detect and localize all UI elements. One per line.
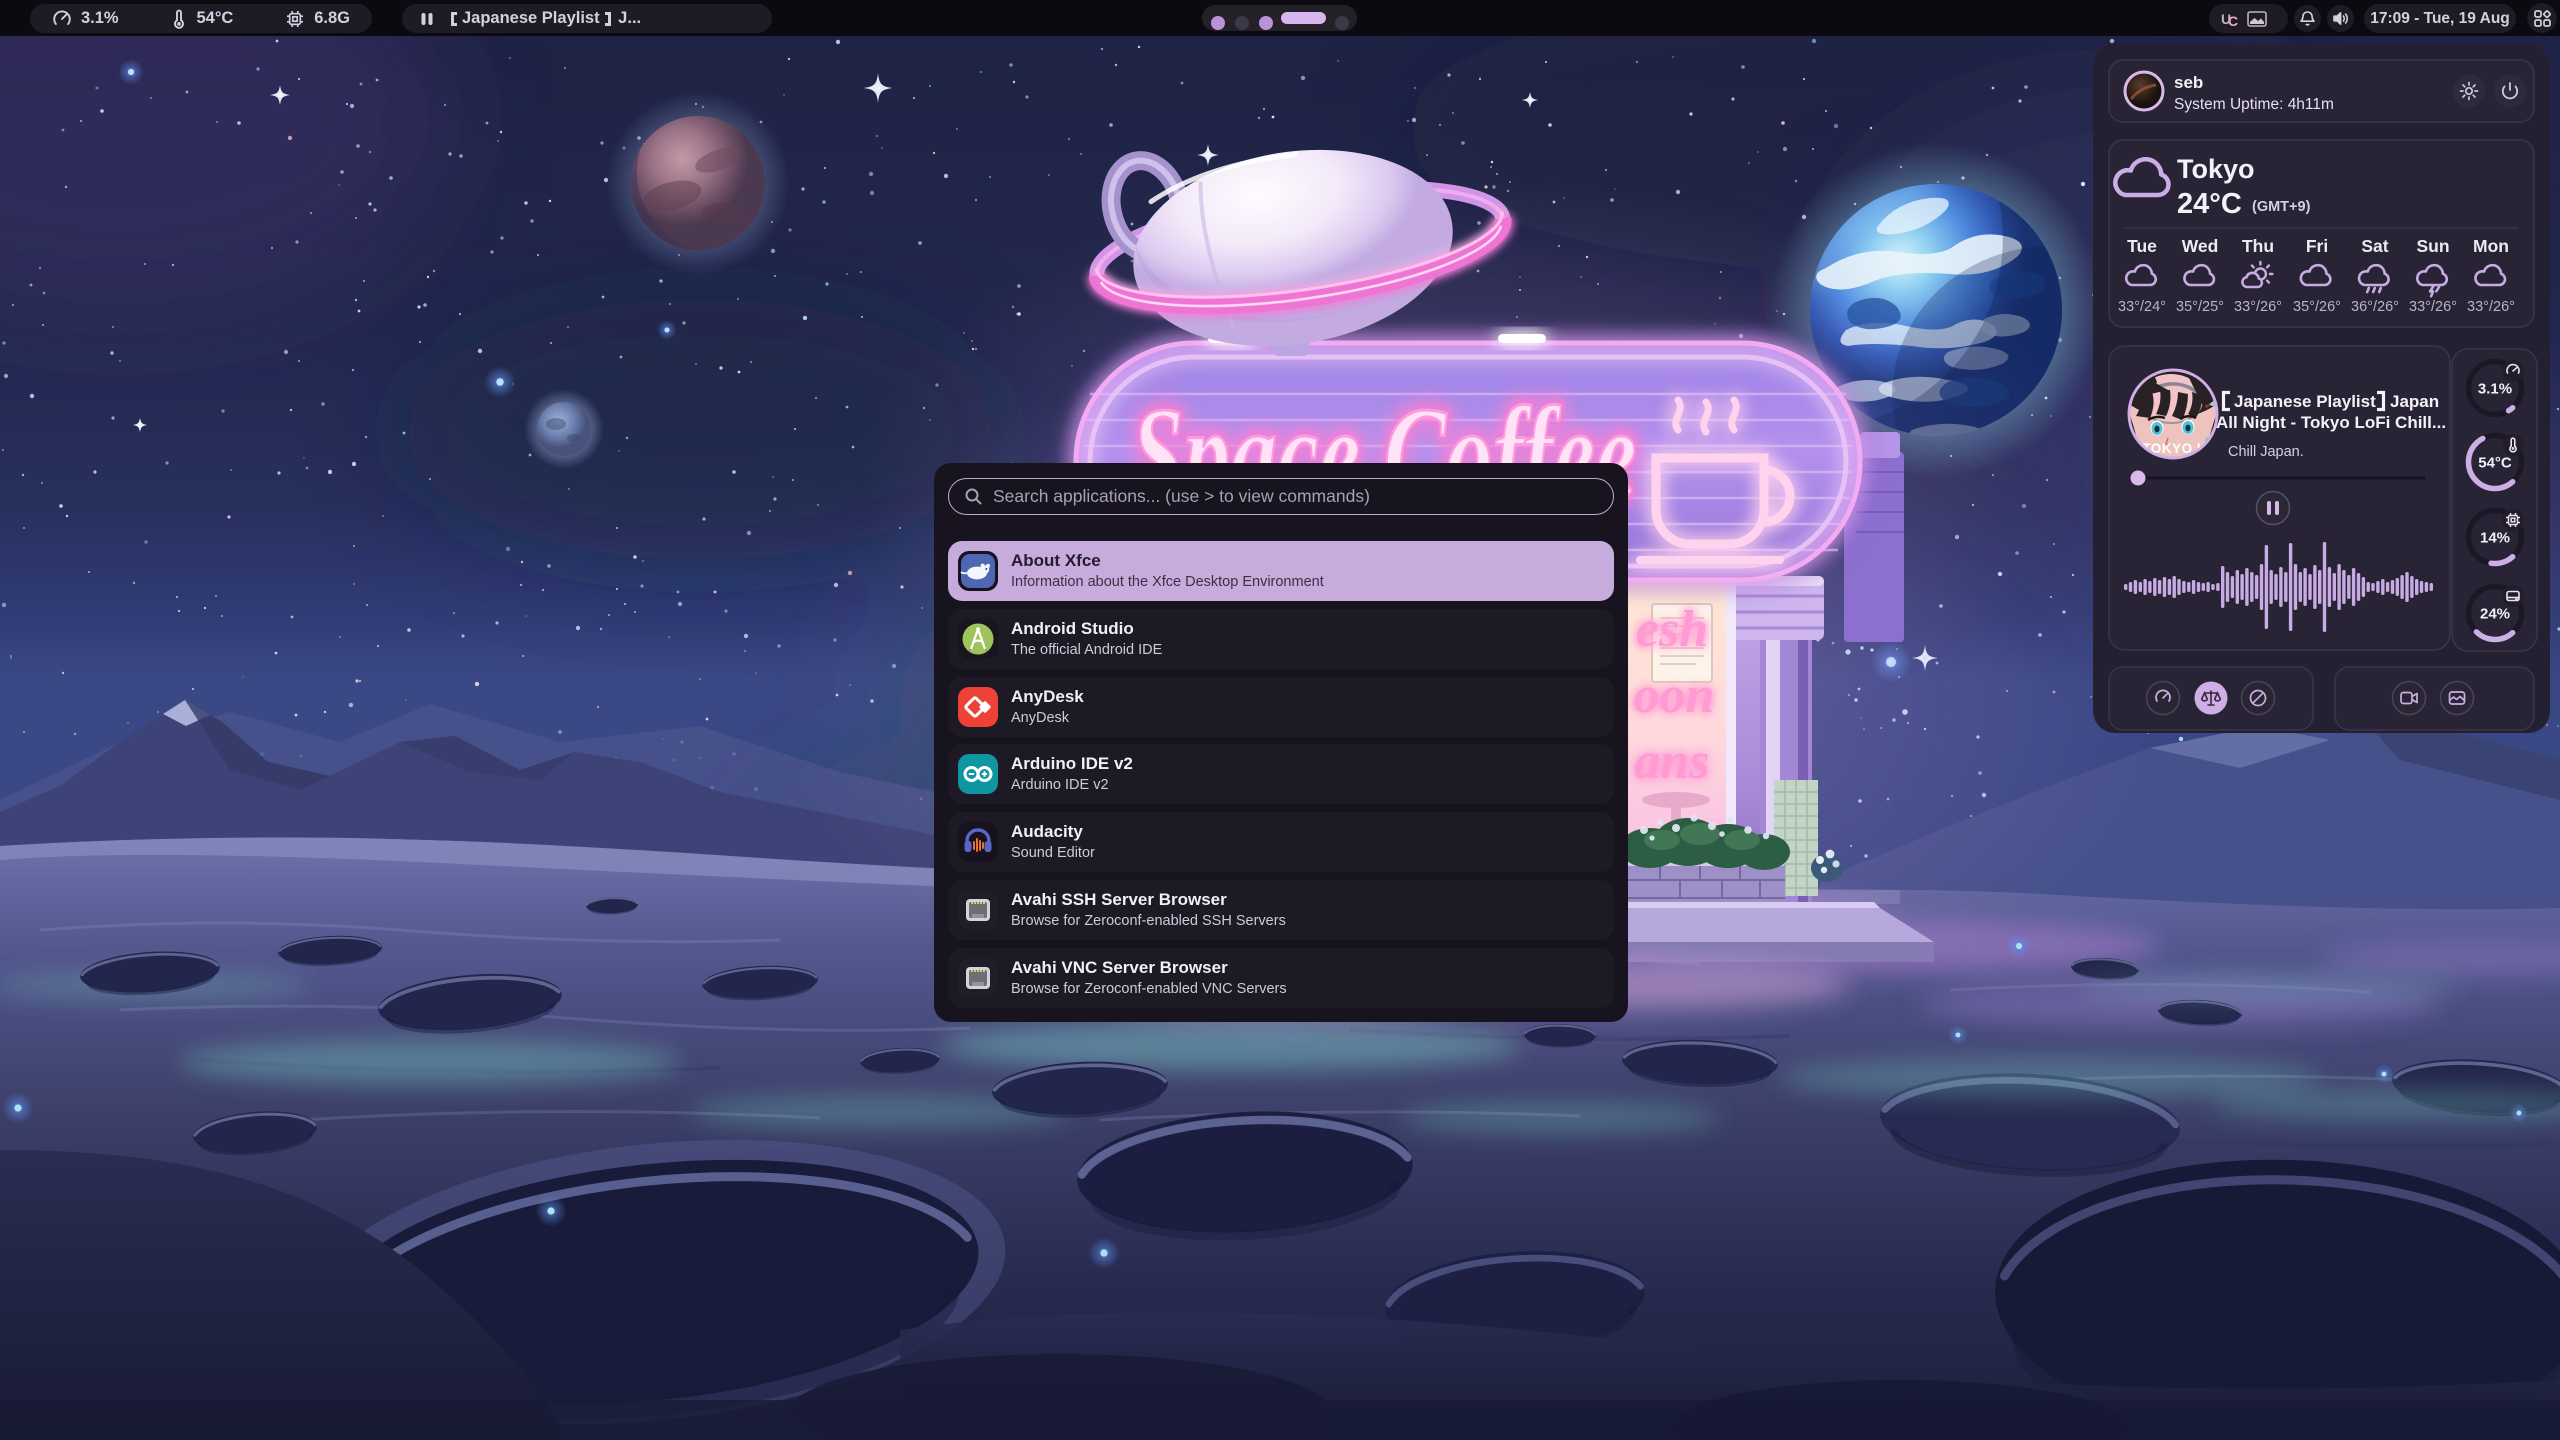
svg-text:All Night - Tokyo LoFi Chill..: All Night - Tokyo LoFi Chill... [2216, 413, 2446, 432]
svg-text:ans: ans [1634, 733, 1709, 790]
svg-text:Thu: Thu [2242, 236, 2274, 256]
svg-text:33°/26°: 33°/26° [2234, 299, 2282, 315]
svg-text:esh: esh [1636, 601, 1708, 658]
svg-text:Japanese Playlist: Japanese Playlist [2234, 392, 2376, 411]
svg-text:System Uptime: 4h11m: System Uptime: 4h11m [2174, 96, 2334, 113]
svg-text:seb: seb [2174, 73, 2203, 92]
svg-text:Mon: Mon [2473, 236, 2509, 256]
svg-text:33°/26°: 33°/26° [2409, 299, 2457, 315]
svg-text:(GMT+9): (GMT+9) [2252, 199, 2311, 215]
svg-text:35°/25°: 35°/25° [2176, 299, 2224, 315]
svg-text:54°C: 54°C [2478, 455, 2512, 472]
svg-text:Chill Japan.: Chill Japan. [2228, 444, 2304, 460]
svg-text:Wed: Wed [2182, 236, 2219, 256]
svg-text:24°C: 24°C [2177, 188, 2242, 220]
svg-text:Sun: Sun [2416, 236, 2449, 256]
svg-text:3.1%: 3.1% [2478, 381, 2512, 398]
svg-text:24%: 24% [2480, 606, 2510, 623]
svg-text:33°/26°: 33°/26° [2467, 299, 2515, 315]
svg-text:Fri: Fri [2306, 236, 2328, 256]
svg-text:Sat: Sat [2361, 236, 2388, 256]
svg-text:14%: 14% [2480, 530, 2510, 547]
svg-text:oon: oon [1634, 667, 1715, 724]
svg-text:Tue: Tue [2127, 236, 2157, 256]
svg-text:Tokyo: Tokyo [2177, 154, 2255, 184]
svg-text:36°/26°: 36°/26° [2351, 299, 2399, 315]
svg-text:Japan: Japan [2390, 392, 2439, 411]
svg-text:35°/26°: 35°/26° [2293, 299, 2341, 315]
svg-text:33°/24°: 33°/24° [2118, 299, 2166, 315]
